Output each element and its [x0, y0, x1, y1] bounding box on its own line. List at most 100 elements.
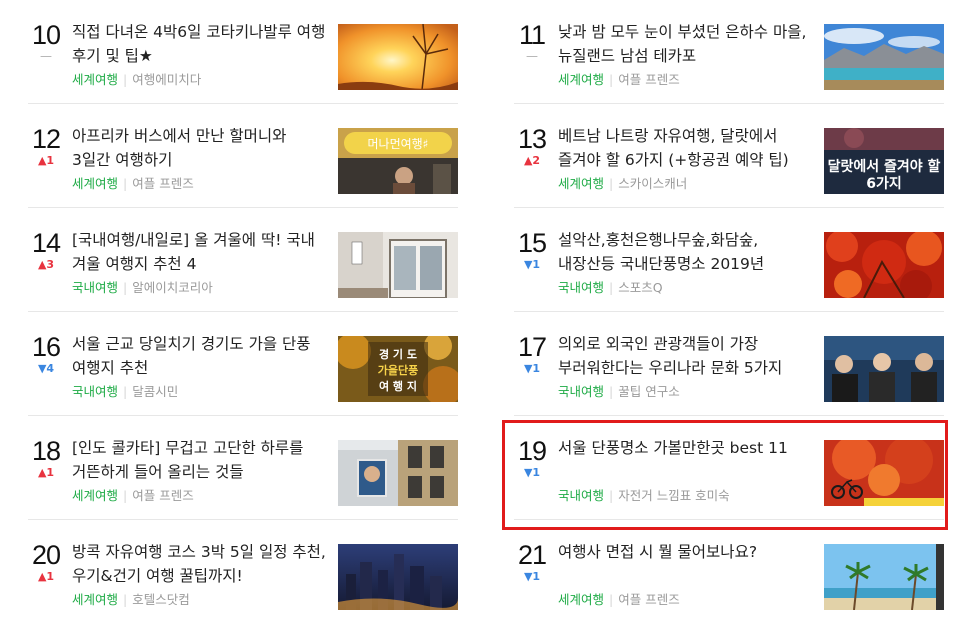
article-title[interactable]: [국내여행/내일로] 올 겨울에 딱! 국내 겨울 여행지 추천 4 — [72, 228, 328, 276]
list-item[interactable]: 21 ▼1 여행사 면접 시 뭘 물어보나요? 세계여행 | 여플 프렌즈 — [514, 520, 944, 624]
list-item[interactable]: 14 ▲3 [국내여행/내일로] 올 겨울에 딱! 국내 겨울 여행지 추천 4… — [28, 208, 458, 312]
rank-up-indicator: ▲3 — [37, 258, 55, 271]
svg-text:6가지: 6가지 — [866, 176, 902, 192]
source-label[interactable]: 여플 프렌즈 — [618, 592, 679, 607]
rank-box: 11 — — [514, 20, 550, 63]
source-label[interactable]: 꿀팁 연구소 — [618, 384, 679, 399]
lake-mountain-photo — [824, 24, 944, 90]
rank-number: 18 — [31, 436, 61, 466]
rank-box: 14 ▲3 — [28, 228, 64, 271]
category-label[interactable]: 세계여행 — [558, 72, 604, 87]
article-thumbnail[interactable]: 경 기 도 가을단풍 여 행 지 — [338, 336, 458, 402]
category-label[interactable]: 세계여행 — [72, 72, 118, 87]
article-meta: 세계여행 | 호텔스닷컴 — [72, 592, 190, 607]
source-label[interactable]: 여플 프렌즈 — [132, 176, 193, 191]
svg-text:여 행 지: 여 행 지 — [379, 379, 417, 393]
rank-up-indicator: ▲2 — [523, 154, 541, 167]
article-thumbnail[interactable] — [824, 24, 944, 90]
rank-number: 10 — [31, 20, 61, 50]
article-thumbnail[interactable] — [338, 440, 458, 506]
category-label[interactable]: 세계여행 — [558, 592, 604, 607]
rank-number: 21 — [517, 540, 547, 570]
source-label[interactable]: 달콤시민 — [132, 384, 178, 399]
list-item[interactable]: 11 — 낮과 밤 모두 눈이 부셨던 은하수 마을, 뉴질랜드 남섬 테카포 … — [514, 0, 944, 104]
video-still: 머나먼여행♯ — [338, 128, 458, 194]
list-item[interactable]: 12 ▲1 아프리카 버스에서 만난 할머니와 3일간 여행하기 세계여행 | 여플… — [28, 104, 458, 208]
category-label[interactable]: 세계여행 — [72, 488, 118, 503]
article-thumbnail[interactable] — [338, 24, 458, 90]
rank-down-indicator: ▼4 — [37, 362, 55, 375]
list-item[interactable]: 10 — 직접 다녀온 4박6일 코타키나발루 여행 후기 및 팁★ 세계여행 |… — [28, 0, 458, 104]
rank-up-indicator: ▲1 — [37, 466, 55, 479]
article-meta: 국내여행 | 스포츠Q — [558, 280, 663, 295]
rank-down-indicator: ▼1 — [523, 570, 541, 583]
article-title[interactable]: 낮과 밤 모두 눈이 부셨던 은하수 마을, 뉴질랜드 남섬 테카포 — [558, 20, 814, 68]
article-title[interactable]: 아프리카 버스에서 만난 할머니와 3일간 여행하기 — [72, 124, 328, 172]
source-label[interactable]: 여플 프렌즈 — [132, 488, 193, 503]
article-title[interactable]: 베트남 나트랑 자유여행, 달랏에서 즐겨야 할 6가지 (+항공권 예약 팁) — [558, 124, 814, 172]
people-photo — [824, 336, 944, 402]
list-item[interactable]: 16 ▼4 서울 근교 당일치기 경기도 가을 단풍 여행지 추천 국내여행 | 달… — [28, 312, 458, 416]
article-thumbnail[interactable]: 달랏에서 즐겨야 할 6가지 — [824, 128, 944, 194]
ranking-column-right: 11 — 낮과 밤 모두 눈이 부셨던 은하수 마을, 뉴질랜드 남섬 테카포 … — [514, 0, 944, 624]
rank-box: 18 ▲1 — [28, 436, 64, 479]
cafe-storefront — [338, 232, 458, 298]
rank-number: 16 — [31, 332, 61, 362]
category-label[interactable]: 국내여행 — [558, 280, 604, 295]
article-meta: 세계여행 | 여행에미치다 — [72, 72, 202, 87]
svg-text:경 기 도: 경 기 도 — [379, 347, 417, 361]
rank-number: 12 — [31, 124, 61, 154]
list-item[interactable]: 15 ▼1 설악산,홍천은행나무숲,화담숲,내장산등 국내단풍명소 2019년 … — [514, 208, 944, 312]
article-title[interactable]: 서울 근교 당일치기 경기도 가을 단풍 여행지 추천 — [72, 332, 328, 380]
article-title[interactable]: [인도 콜카타] 무겁고 고단한 하루를 거뜬하게 들어 올리는 것들 — [72, 436, 328, 484]
rank-down-indicator: ▼1 — [523, 362, 541, 375]
source-label[interactable]: 여행에미치다 — [132, 72, 201, 87]
rank-number: 15 — [517, 228, 547, 258]
selection-highlight-box — [502, 420, 948, 530]
category-label[interactable]: 국내여행 — [558, 384, 604, 399]
source-label[interactable]: 호텔스닷컴 — [132, 592, 190, 607]
source-label[interactable]: 여플 프렌즈 — [618, 72, 679, 87]
article-thumbnail[interactable]: 머나먼여행♯ — [338, 128, 458, 194]
rank-number: 17 — [517, 332, 547, 362]
source-label[interactable]: 알에이치코리아 — [132, 280, 213, 295]
article-thumbnail[interactable] — [338, 232, 458, 298]
article-meta: 세계여행 | 여플 프렌즈 — [558, 592, 680, 607]
list-item[interactable]: 18 ▲1 [인도 콜카타] 무겁고 고단한 하루를 거뜬하게 들어 올리는 것… — [28, 416, 458, 520]
article-title[interactable]: 방콕 자유여행 코스 3박 5일 일정 추천, 우기&건기 여행 꿀팁까지! — [72, 540, 328, 588]
rank-number: 14 — [31, 228, 61, 258]
rank-box: 17 ▼1 — [514, 332, 550, 375]
rank-box: 20 ▲1 — [28, 540, 64, 583]
list-item[interactable]: 20 ▲1 방콕 자유여행 코스 3박 5일 일정 추천, 우기&건기 여행 꿀… — [28, 520, 458, 624]
category-label[interactable]: 국내여행 — [72, 280, 118, 295]
rank-up-indicator: ▲1 — [37, 570, 55, 583]
rank-down-indicator: ▼1 — [523, 258, 541, 271]
article-meta: 세계여행 | 여플 프렌즈 — [72, 488, 194, 503]
article-title[interactable]: 설악산,홍천은행나무숲,화담숲,내장산등 국내단풍명소 2019년 단풍시... — [558, 228, 814, 276]
category-label[interactable]: 세계여행 — [72, 592, 118, 607]
article-thumbnail[interactable] — [824, 544, 944, 610]
ranking-column-left: 10 — 직접 다녀온 4박6일 코타키나발루 여행 후기 및 팁★ 세계여행 |… — [28, 0, 458, 624]
source-label[interactable]: 스카이스캐너 — [618, 176, 687, 191]
rank-box: 13 ▲2 — [514, 124, 550, 167]
list-item[interactable]: 17 ▼1 의외로 외국인 관광객들이 가장 부러워한다는 우리나라 문화 5가… — [514, 312, 944, 416]
sunset-photo — [338, 24, 458, 90]
article-meta: 국내여행 | 알에이치코리아 — [72, 280, 213, 295]
category-label[interactable]: 세계여행 — [558, 176, 604, 191]
article-thumbnail[interactable] — [824, 232, 944, 298]
category-label[interactable]: 국내여행 — [72, 384, 118, 399]
category-label[interactable]: 세계여행 — [72, 176, 118, 191]
rank-box: 15 ▼1 — [514, 228, 550, 271]
rank-box: 16 ▼4 — [28, 332, 64, 375]
red-maple-photo — [824, 232, 944, 298]
list-item[interactable]: 13 ▲2 베트남 나트랑 자유여행, 달랏에서 즐겨야 할 6가지 (+항공권… — [514, 104, 944, 208]
article-title[interactable]: 여행사 면접 시 뭘 물어보나요? — [558, 540, 814, 564]
source-label[interactable]: 스포츠Q — [618, 280, 662, 295]
article-title[interactable]: 의외로 외국인 관광객들이 가장 부러워한다는 우리나라 문화 5가지 — [558, 332, 814, 380]
article-thumbnail[interactable] — [338, 544, 458, 610]
rank-number: 13 — [517, 124, 547, 154]
article-title[interactable]: 직접 다녀온 4박6일 코타키나발루 여행 후기 및 팁★ — [72, 20, 328, 68]
article-thumbnail[interactable] — [824, 336, 944, 402]
rank-unchanged-indicator: — — [40, 49, 52, 63]
article-meta: 세계여행 | 스카이스캐너 — [558, 176, 688, 191]
